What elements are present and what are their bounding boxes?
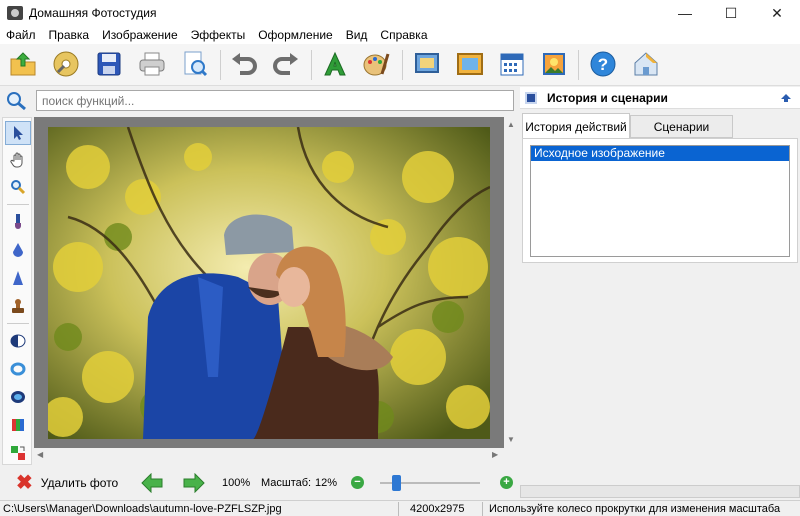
menu-view[interactable]: Вид <box>346 28 368 42</box>
minimize-button[interactable]: — <box>662 0 708 26</box>
home-icon[interactable] <box>631 49 661 79</box>
ring-icon[interactable] <box>5 357 31 381</box>
previous-photo-icon[interactable] <box>141 472 163 494</box>
collapse-up-icon[interactable] <box>780 92 792 104</box>
delete-x-icon: ✖ <box>16 472 33 494</box>
photo-preview <box>48 127 490 439</box>
undo-icon[interactable] <box>229 49 259 79</box>
menu-edit[interactable]: Правка <box>49 28 90 42</box>
brush-icon[interactable] <box>5 210 31 234</box>
toolbar-separator <box>220 50 221 80</box>
menu-help[interactable]: Справка <box>380 28 427 42</box>
window-title: Домашняя Фотостудия <box>29 6 157 20</box>
drop-icon[interactable] <box>5 238 31 262</box>
redo-icon[interactable] <box>271 49 301 79</box>
stamp-icon[interactable] <box>5 294 31 318</box>
toolbar-separator <box>578 50 579 80</box>
frame-icon[interactable] <box>412 49 442 79</box>
panel-title: История и сценарии <box>547 90 668 105</box>
help-icon[interactable]: ? <box>588 49 618 79</box>
menu-file[interactable]: Файл <box>6 28 36 42</box>
open-folder-icon[interactable] <box>8 49 38 79</box>
zoom-out-icon[interactable]: − <box>351 476 364 489</box>
tab-history[interactable]: История действий <box>522 113 630 139</box>
status-separator <box>482 502 483 516</box>
sharpen-icon[interactable] <box>5 266 31 290</box>
scale-value: 12% <box>315 477 338 489</box>
status-file-path: C:\Users\Manager\Downloads\autumn-love-P… <box>3 503 282 515</box>
panel-window-icon <box>525 91 537 104</box>
tab-scenarios[interactable]: Сценарии <box>630 115 733 138</box>
zoom-slider-thumb[interactable] <box>392 475 401 491</box>
scroll-right-arrow-icon[interactable]: ▶ <box>492 450 498 459</box>
close-button[interactable]: ✕ <box>754 0 800 26</box>
text-icon[interactable] <box>320 49 350 79</box>
canvas-horizontal-scrollbar[interactable]: ◀ ▶ <box>34 448 504 462</box>
history-panel: История и сценарии История действий Сцен… <box>520 87 800 465</box>
status-hint: Используйте колесо прокрутки для изменен… <box>489 503 781 515</box>
search-icon[interactable] <box>6 91 28 111</box>
menu-bar: Файл Правка Изображение Эффекты Оформлен… <box>0 26 800 44</box>
save-icon[interactable] <box>94 49 124 79</box>
panel-header: История и сценарии <box>520 87 800 109</box>
palette-icon[interactable] <box>361 49 391 79</box>
history-tab-body: Исходное изображение <box>522 138 798 263</box>
scroll-up-arrow-icon[interactable]: ▲ <box>507 120 515 129</box>
status-separator <box>398 502 399 516</box>
scroll-down-arrow-icon[interactable]: ▼ <box>507 435 515 444</box>
lens-icon[interactable] <box>5 385 31 409</box>
document-search-icon[interactable] <box>180 49 210 79</box>
cursor-icon[interactable] <box>5 121 31 145</box>
status-image-size: 4200x2975 <box>410 503 465 515</box>
search-input[interactable] <box>36 90 514 111</box>
canvas-vertical-scrollbar[interactable]: ▲ ▼ <box>504 117 518 448</box>
zoom-100-button[interactable]: 100% <box>222 477 250 489</box>
history-list[interactable]: Исходное изображение <box>530 145 790 257</box>
color-levels-icon[interactable] <box>5 413 31 437</box>
window-controls: — ☐ ✕ <box>662 0 800 26</box>
print-icon[interactable] <box>137 49 167 79</box>
delete-photo-label: Удалить фото <box>40 476 119 490</box>
menu-effects[interactable]: Эффекты <box>191 28 246 42</box>
main-toolbar: ? <box>0 44 800 86</box>
title-bar: Домашняя Фотостудия — ☐ ✕ <box>0 0 800 26</box>
left-toolbox <box>2 117 32 465</box>
scroll-left-arrow-icon[interactable]: ◀ <box>37 450 43 459</box>
calendar-icon[interactable] <box>497 49 527 79</box>
next-photo-icon[interactable] <box>183 472 205 494</box>
zoom-icon[interactable] <box>5 175 31 199</box>
tool-separator <box>7 204 29 205</box>
app-camera-icon <box>7 6 23 20</box>
color-replace-icon[interactable] <box>5 441 31 465</box>
scale-label: Масштаб: <box>261 477 312 489</box>
delete-photo-button[interactable]: ✖ Удалить фото <box>16 473 118 493</box>
function-search-row <box>0 87 516 115</box>
toolbar-separator <box>402 50 403 80</box>
toolbar-separator <box>311 50 312 80</box>
postcard-icon[interactable] <box>539 49 569 79</box>
panel-horizontal-scrollbar[interactable] <box>520 485 800 498</box>
svg-text:?: ? <box>598 55 608 74</box>
zoom-in-icon[interactable]: + <box>500 476 513 489</box>
menu-design[interactable]: Оформление <box>258 28 332 42</box>
image-canvas[interactable] <box>34 117 504 448</box>
status-bar: C:\Users\Manager\Downloads\autumn-love-P… <box>0 500 800 516</box>
tool-separator <box>7 323 29 324</box>
picture-frame-icon[interactable] <box>455 49 485 79</box>
menu-image[interactable]: Изображение <box>102 28 178 42</box>
history-item[interactable]: Исходное изображение <box>531 146 789 161</box>
hand-icon[interactable] <box>5 148 31 172</box>
bottom-bar: ✖ Удалить фото 100% Масштаб: 12% − + <box>0 465 800 500</box>
photo-disc-icon[interactable] <box>51 49 81 79</box>
contrast-icon[interactable] <box>5 329 31 353</box>
maximize-button[interactable]: ☐ <box>708 0 754 26</box>
